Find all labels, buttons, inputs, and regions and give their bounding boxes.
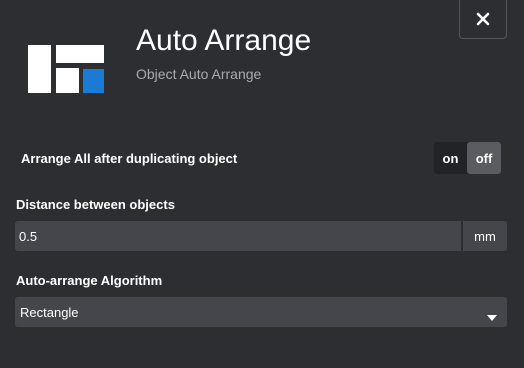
close-button[interactable] [459, 0, 507, 39]
auto-arrange-logo [28, 45, 104, 93]
distance-input-group: 0.5 mm [15, 221, 507, 251]
auto-arrange-dialog: Auto Arrange Object Auto Arrange Arrange… [0, 0, 524, 368]
algorithm-select[interactable]: Rectangle [15, 297, 507, 327]
algorithm-label: Auto-arrange Algorithm [16, 273, 163, 288]
dialog-subtitle: Object Auto Arrange [136, 66, 262, 82]
distance-unit: mm [463, 221, 507, 251]
toggle-on-option[interactable]: on [434, 142, 467, 174]
dialog-title: Auto Arrange [136, 24, 312, 57]
arrange-after-duplicate-toggle[interactable]: on off [434, 142, 501, 174]
toggle-off-option[interactable]: off [467, 142, 501, 174]
arrange-after-duplicate-label: Arrange All after duplicating object [21, 151, 238, 166]
algorithm-selected-value: Rectangle [20, 304, 79, 320]
caret-down-icon [487, 309, 497, 324]
distance-label: Distance between objects [16, 197, 175, 212]
close-icon [476, 12, 490, 26]
distance-input[interactable]: 0.5 [15, 221, 461, 251]
